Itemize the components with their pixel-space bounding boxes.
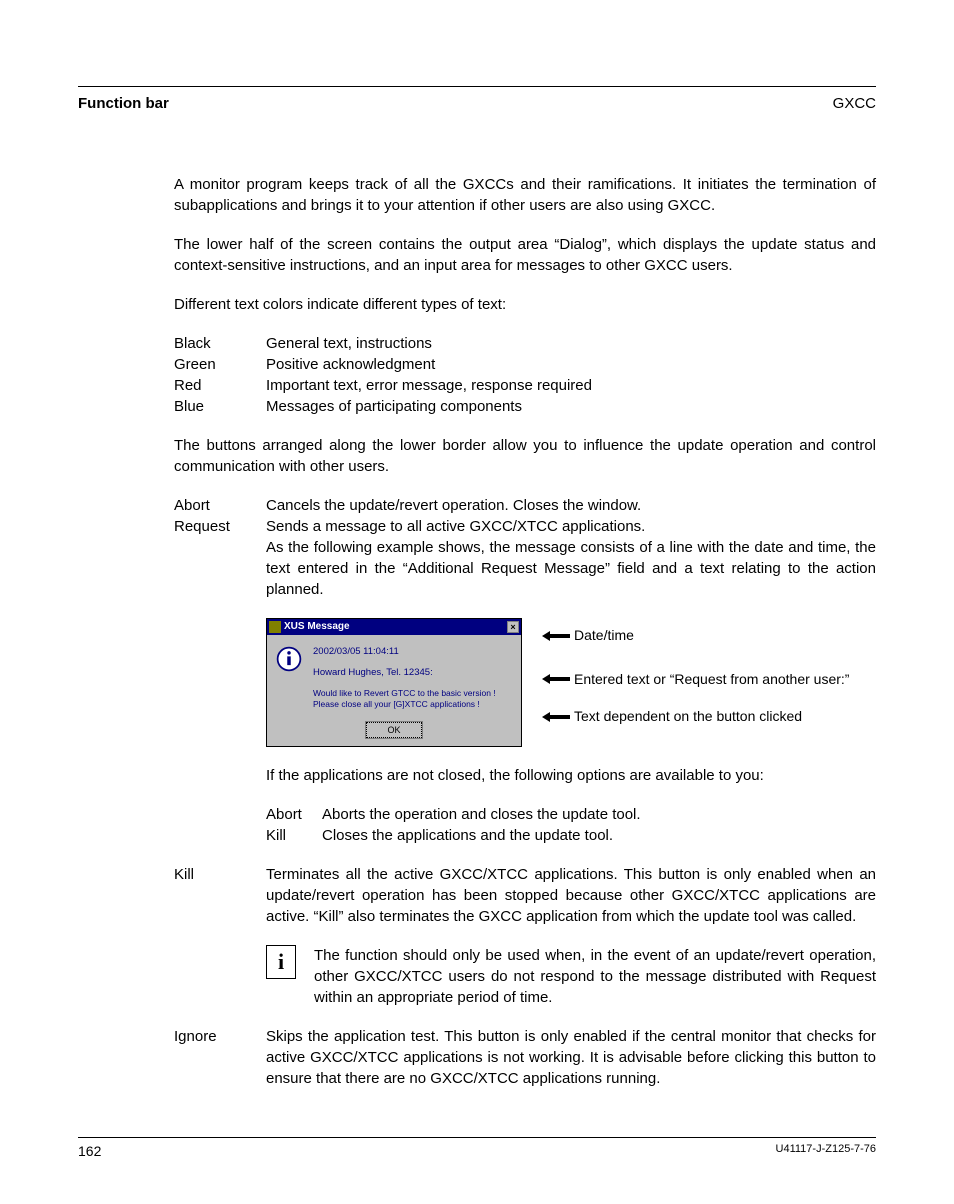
info-icon: i <box>266 945 296 979</box>
arrow-left-icon <box>542 712 570 722</box>
suboption-desc: Closes the applications and the update t… <box>322 825 613 846</box>
xus-message-dialog: XUS Message × 2002/03/05 11:04:11 Howard… <box>266 618 522 747</box>
color-legend-table: Black General text, instructions Green P… <box>174 333 876 417</box>
header-section: Function bar <box>78 93 169 114</box>
arrow-left-icon <box>542 674 570 684</box>
info-note-text: The function should only be used when, i… <box>314 945 876 1008</box>
annotation-entered: Entered text or “Request from another us… <box>574 670 849 690</box>
info-note-box: i The function should only be used when,… <box>266 945 876 1008</box>
annotation-datetime: Date/time <box>574 626 634 646</box>
close-icon[interactable]: × <box>507 621 519 633</box>
suboption-desc: Aborts the operation and closes the upda… <box>322 804 641 825</box>
color-desc: Messages of participating components <box>266 396 522 417</box>
button-name-request: Request <box>174 516 266 537</box>
button-desc: Cancels the update/revert operation. Clo… <box>266 495 876 516</box>
header-product: GXCC <box>833 93 876 114</box>
button-desc: Skips the application test. This button … <box>266 1026 876 1089</box>
button-name-ignore: Ignore <box>174 1026 266 1089</box>
document-id: U41117-J-Z125-7-76 <box>776 1142 876 1162</box>
dialog-action-text: Please close all your [G]XTCC applicatio… <box>313 699 513 710</box>
button-desc: Terminates all the active GXCC/XTCC appl… <box>266 864 876 927</box>
button-name-kill: Kill <box>174 864 266 927</box>
dialog-title: XUS Message <box>284 620 350 634</box>
paragraph: The lower half of the screen contains th… <box>174 234 876 276</box>
color-desc: Positive acknowledgment <box>266 354 435 375</box>
annotation-action: Text dependent on the button clicked <box>574 707 802 727</box>
dialog-action-text: Would like to Revert GTCC to the basic v… <box>313 688 513 699</box>
paragraph: If the applications are not closed, the … <box>266 765 876 786</box>
suboption-label: Kill <box>266 825 322 846</box>
dialog-datetime: 2002/03/05 11:04:11 <box>313 645 513 658</box>
ok-button[interactable]: OK <box>366 722 421 739</box>
paragraph: A monitor program keeps track of all the… <box>174 174 876 216</box>
paragraph: Different text colors indicate different… <box>174 294 876 315</box>
color-label: Green <box>174 354 266 375</box>
color-desc: Important text, error message, response … <box>266 375 592 396</box>
info-icon <box>275 645 303 673</box>
button-name-abort: Abort <box>174 495 266 516</box>
button-desc: Sends a message to all active GXCC/XTCC … <box>266 516 876 537</box>
button-desc-continued: As the following example shows, the mess… <box>266 537 876 600</box>
page-number: 162 <box>78 1142 101 1162</box>
color-desc: General text, instructions <box>266 333 432 354</box>
color-label: Blue <box>174 396 266 417</box>
suboption-label: Abort <box>266 804 322 825</box>
color-label: Red <box>174 375 266 396</box>
arrow-left-icon <box>542 631 570 641</box>
paragraph: The buttons arranged along the lower bor… <box>174 435 876 477</box>
dialog-entered-text: Howard Hughes, Tel. 12345: <box>313 666 513 679</box>
dialog-app-icon <box>269 621 281 633</box>
color-label: Black <box>174 333 266 354</box>
